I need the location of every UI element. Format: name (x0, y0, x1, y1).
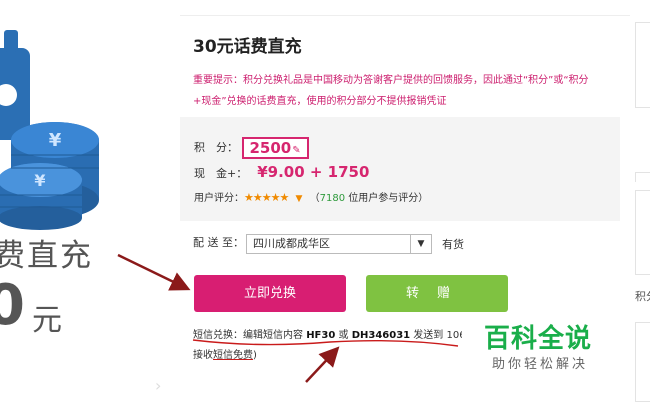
cash-label: 现 金+： (194, 167, 248, 180)
chevron-right-icon[interactable]: › (155, 376, 161, 395)
divider (180, 15, 630, 16)
region-select-value: 四川成都成华区 (253, 237, 330, 250)
right-sidebar: 积分 (635, 22, 650, 402)
product-image: ¥ ¥ 费直充 0 元 (0, 0, 165, 406)
cash-row: 现 金+： ¥9.00 + 1750 (194, 163, 369, 181)
rating-suffix: 位用户参与评分） (345, 193, 429, 204)
sidebar-box (635, 22, 650, 108)
rating-stars: ★★★★★ (244, 191, 289, 204)
watermark-subtitle: 助你轻松解决 (492, 357, 589, 372)
sms-code-1: HF30 (306, 330, 336, 341)
points-label: 积 分： (194, 141, 238, 154)
sms-line2-prefix: 接收 (193, 350, 213, 361)
redeem-now-button[interactable]: 立即兑换 (194, 275, 346, 312)
svg-text:¥: ¥ (49, 130, 62, 151)
rating-row: 用户评分：★★★★★ ▼ （7180 位用户参与评分） (194, 189, 428, 204)
banner-unit: 元 (32, 303, 62, 338)
gift-button[interactable]: 转赠 (366, 275, 508, 312)
sms-line2-suffix: ) (253, 350, 257, 361)
watermark: 百科全说 助你轻松解决 (462, 315, 630, 380)
caret-down-icon[interactable]: ▼ (296, 194, 303, 204)
points-row: 积 分： 2500✎ (194, 137, 309, 159)
region-select[interactable]: 四川成都成华区 ▼ (246, 234, 432, 254)
cash-price: ¥9.00 + 1750 (257, 163, 370, 181)
stock-status: 有货 (442, 238, 464, 251)
sidebar-label: 积分 (635, 290, 650, 303)
rating-label: 用户评分： (194, 193, 244, 204)
banner-amount: 0 (0, 273, 25, 338)
sidebar-box (635, 322, 650, 402)
product-title: 30元话费直充 (193, 37, 302, 57)
rating-count: 7180 (319, 193, 346, 204)
dropdown-arrow-icon[interactable]: ▼ (410, 235, 431, 253)
points-number: 2500 (249, 139, 292, 157)
banner-caption: 费直充 (0, 238, 93, 274)
sidebar-box (635, 172, 650, 182)
sms-redeem-info: 短信兑换：编辑短信内容 HF30 或 DH346031 发送到 10658 接收… (193, 326, 478, 366)
svg-text:¥: ¥ (34, 171, 45, 190)
pencil-icon: ✎ (292, 145, 301, 156)
sms-or: 或 (338, 330, 349, 341)
sms-prefix: 短信兑换：编辑短信内容 (193, 330, 303, 341)
sms-free-text: 短信免费 (213, 350, 253, 361)
coins-illustration: ¥ ¥ (0, 30, 99, 230)
sms-code-2: DH346031 (351, 330, 411, 341)
important-notice: 重要提示：积分兑换礼品是中国移动为答谢客户提供的回馈服务，因此通过“积分”或“积… (193, 75, 589, 107)
sidebar-box (635, 190, 650, 275)
rating-open: （ (309, 193, 320, 204)
watermark-title: 百科全说 (484, 324, 593, 354)
delivery-label: 配 送 至： (193, 236, 244, 249)
price-info-panel: 积 分： 2500✎ 现 金+： ¥9.00 + 1750 用户评分：★★★★★ … (180, 117, 620, 221)
points-value: 2500✎ (241, 137, 309, 159)
